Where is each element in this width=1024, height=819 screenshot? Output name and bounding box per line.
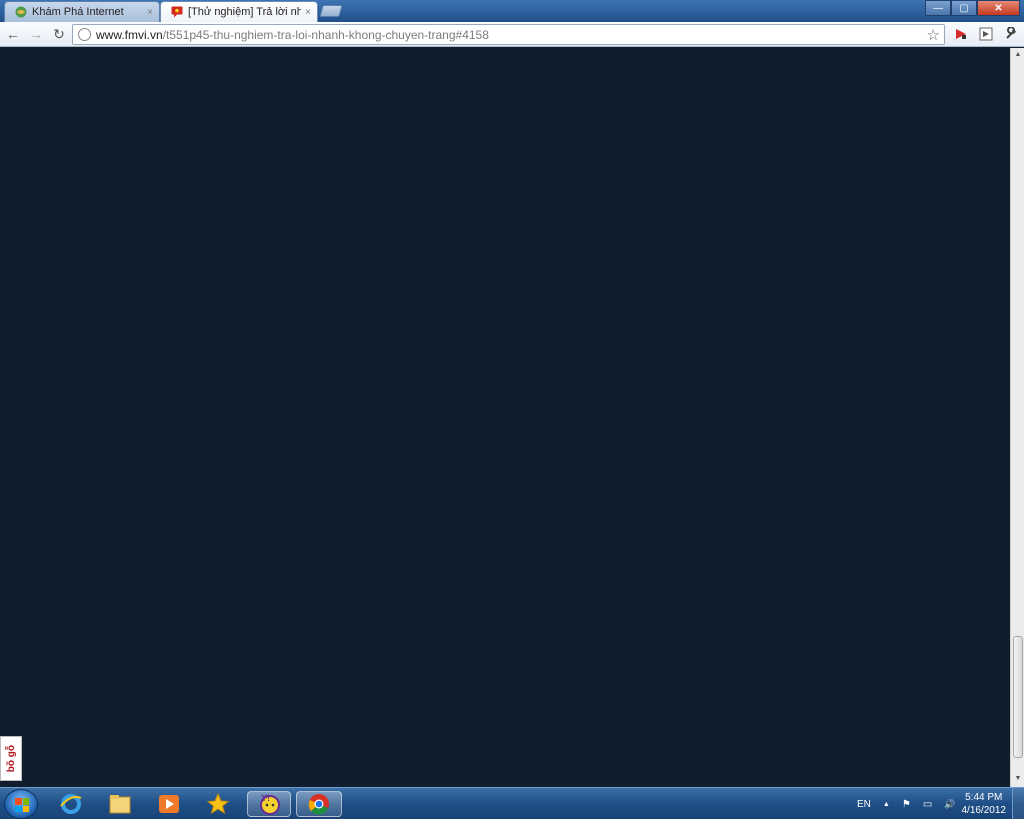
- chrome-icon[interactable]: [296, 791, 342, 817]
- page-info-icon[interactable]: [78, 28, 91, 41]
- flag-extension-icon[interactable]: [954, 27, 968, 41]
- tab-close-icon[interactable]: ×: [305, 7, 311, 18]
- wrench-icon[interactable]: [1004, 27, 1018, 41]
- side-widget[interactable]: bồ gỗ: [0, 736, 22, 781]
- yahoo-messenger-icon[interactable]: Y!: [247, 791, 291, 817]
- url-host: www.fmvi.vn: [96, 27, 163, 42]
- scroll-down-icon[interactable]: ▼: [1013, 774, 1023, 784]
- tab-title: [Thử nghiệm] Trả lời nhanh: [188, 6, 302, 18]
- scroll-up-icon[interactable]: ▲: [1013, 50, 1023, 60]
- tray-expand-icon[interactable]: ▲: [883, 801, 890, 808]
- page-content: [0, 48, 1010, 787]
- browser-title-bar: Khám Phá Internet × [Thử nghiệm] Trả lời…: [0, 0, 1024, 22]
- tab-title: Khám Phá Internet: [32, 6, 124, 18]
- windows-start-icon: [15, 798, 29, 812]
- clock[interactable]: 5:44 PM 4/16/2012: [962, 791, 1007, 817]
- url-path: /t551p45-thu-nghiem-tra-loi-nhanh-khong-…: [162, 27, 489, 42]
- system-tray: EN ▲ ⚑ ▭ 🔊 5:44 PM 4/16/2012: [851, 788, 1024, 819]
- maximize-button[interactable]: ▢: [951, 0, 977, 16]
- forward-button[interactable]: →: [28, 26, 44, 42]
- taskbar: Y! EN ▲ ⚑ ▭ 🔊 5:44 PM 4/16/2012: [0, 787, 1024, 819]
- clock-date: 4/16/2012: [961, 805, 1007, 816]
- file-explorer-icon[interactable]: [107, 791, 133, 817]
- tab-close-icon[interactable]: ×: [147, 7, 153, 18]
- reload-button[interactable]: ↻: [51, 26, 67, 42]
- scroll-thumb[interactable]: [1013, 636, 1023, 758]
- show-desktop-button[interactable]: [1012, 788, 1024, 819]
- minimize-button[interactable]: —: [925, 0, 951, 16]
- language-indicator[interactable]: EN: [857, 799, 871, 810]
- action-center-flag-icon[interactable]: ⚑: [902, 799, 911, 810]
- tab-thu-nghiem[interactable]: [Thử nghiệm] Trả lời nhanh ×: [160, 1, 318, 22]
- internet-explorer-icon[interactable]: [58, 791, 84, 817]
- tab-kham-pha-internet[interactable]: Khám Phá Internet ×: [4, 1, 160, 22]
- svg-text:Y!: Y!: [261, 793, 270, 803]
- back-button[interactable]: ←: [5, 26, 21, 42]
- globe-icon: [15, 6, 27, 18]
- windows-start-button[interactable]: [4, 789, 38, 819]
- volume-icon[interactable]: 🔊: [944, 799, 955, 810]
- favorites-star-icon[interactable]: [205, 791, 231, 817]
- page-extension-icon[interactable]: [979, 27, 993, 41]
- chat-icon: [171, 6, 183, 18]
- window-controls: — ▢ ✕: [925, 0, 1020, 16]
- media-player-icon[interactable]: [156, 791, 182, 817]
- new-tab-button[interactable]: [319, 5, 343, 17]
- close-button[interactable]: ✕: [977, 0, 1020, 16]
- bookmark-star-icon[interactable]: ☆: [927, 26, 940, 44]
- vertical-scrollbar[interactable]: ▲ ▼: [1010, 48, 1024, 787]
- browser-toolbar: ← → ↻ www.fmvi.vn/t551p45-thu-nghiem-tra…: [0, 22, 1024, 47]
- clock-time: 5:44 PM: [965, 792, 1003, 803]
- address-bar[interactable]: www.fmvi.vn/t551p45-thu-nghiem-tra-loi-n…: [72, 24, 945, 45]
- side-widget-label: bồ gỗ: [5, 744, 17, 773]
- network-icon[interactable]: ▭: [923, 799, 932, 810]
